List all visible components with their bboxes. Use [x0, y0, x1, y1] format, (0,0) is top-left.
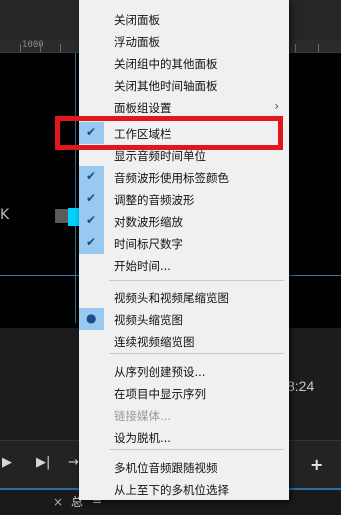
menu-item[interactable]: ✔ 时间标尺数字: [79, 232, 289, 254]
ruler-tick: [40, 44, 41, 52]
menu-item[interactable]: ✔ 调整的音频波形: [79, 188, 289, 210]
menu-item-label: 关闭组中的其他面板: [114, 57, 218, 71]
ruler-tick: [20, 44, 21, 52]
menu-item-label: 面板组设置: [114, 101, 172, 115]
menu-item[interactable]: ✔面板组设置›: [79, 96, 289, 118]
ruler-tick: [60, 44, 61, 52]
menu-item[interactable]: ✔ 对数波形缩放: [79, 210, 289, 232]
menu-item-label: 从序列创建预设...: [114, 365, 206, 379]
menu-separator: [109, 449, 284, 450]
checkmark-icon: ✔: [79, 166, 104, 188]
menu-item-label: 视频头缩览图: [114, 313, 183, 327]
menu-item-label: 对数波形缩放: [114, 215, 183, 229]
menu-separator: [109, 353, 284, 354]
menu-item[interactable]: ✔视频头和视频尾缩览图: [79, 286, 289, 308]
menu-item[interactable]: ✔从上至下的多机位选择: [79, 478, 289, 500]
menu-item-label: 视频头和视频尾缩览图: [114, 291, 229, 305]
menu-item[interactable]: ✔关闭组中的其他面板: [79, 52, 289, 74]
menu-item-label: 浮动面板: [114, 35, 160, 49]
menu-item[interactable]: ✔关闭其他时间轴面板: [79, 74, 289, 96]
menu-item-label: 连续视频缩览图: [114, 335, 195, 349]
menu-item-label: 链接媒体...: [114, 409, 171, 423]
menu-item-label: 多机位音频跟随视频: [114, 461, 218, 475]
side-label: K: [0, 207, 10, 223]
menu-item[interactable]: ✔关闭面板: [79, 8, 289, 30]
go-to-out-icon[interactable]: →: [68, 455, 79, 470]
menu-item[interactable]: ✔开始时间...: [79, 254, 289, 276]
menu-item[interactable]: ✔浮动面板: [79, 30, 289, 52]
menu-item[interactable]: ✔在项目中显示序列: [79, 382, 289, 404]
menu-item-label: 关闭其他时间轴面板: [114, 79, 218, 93]
menu-item-label: 从上至下的多机位选择: [114, 483, 229, 497]
menu-item-label: 在项目中显示序列: [114, 387, 206, 401]
menu-item[interactable]: ✔多机位音频跟随视频: [79, 456, 289, 478]
menu-item-label: 开始时间...: [114, 259, 171, 273]
clip-block[interactable]: [55, 209, 68, 223]
submenu-arrow-icon: ›: [274, 99, 279, 113]
menu-separator: [109, 280, 284, 281]
context-menu: ✔关闭面板✔浮动面板✔关闭组中的其他面板✔关闭其他时间轴面板✔面板组设置›✔工作…: [79, 0, 289, 500]
menu-item-label: 时间标尺数字: [114, 237, 183, 251]
menu-item[interactable]: ● 视频头缩览图: [79, 308, 289, 330]
menu-item[interactable]: ✔ 音频波形使用标签颜色: [79, 166, 289, 188]
add-button-icon[interactable]: +: [310, 455, 323, 474]
play-icon[interactable]: ▶: [2, 455, 12, 470]
playhead-marker[interactable]: [68, 208, 79, 226]
ruler-tick: [318, 44, 319, 52]
step-forward-icon[interactable]: ▶|: [36, 455, 50, 470]
checkmark-icon: ✔: [79, 232, 104, 254]
ruler-tick: [295, 44, 296, 52]
timecode: 8:24: [287, 378, 315, 394]
menu-item-label: 设为脱机...: [114, 431, 171, 445]
menu-item[interactable]: ✔设为脱机...: [79, 426, 289, 448]
menu-item-label: 调整的音频波形: [114, 193, 195, 207]
highlight-box: [55, 116, 283, 150]
menu-item-label: 关闭面板: [114, 13, 160, 27]
menu-item-label: 音频波形使用标签颜色: [114, 171, 229, 185]
checkmark-icon: ✔: [79, 210, 104, 232]
checkmark-icon: ✔: [79, 188, 104, 210]
radio-dot-icon: ●: [79, 308, 104, 330]
menu-item[interactable]: ✔连续视频缩览图: [79, 330, 289, 352]
menu-item[interactable]: ✔从序列创建预设...: [79, 360, 289, 382]
menu-item: ✔链接媒体...: [79, 404, 289, 426]
playhead-line[interactable]: [75, 53, 76, 323]
close-tab-icon[interactable]: ×: [53, 495, 63, 509]
menu-item-label: 显示音频时间单位: [114, 149, 206, 163]
